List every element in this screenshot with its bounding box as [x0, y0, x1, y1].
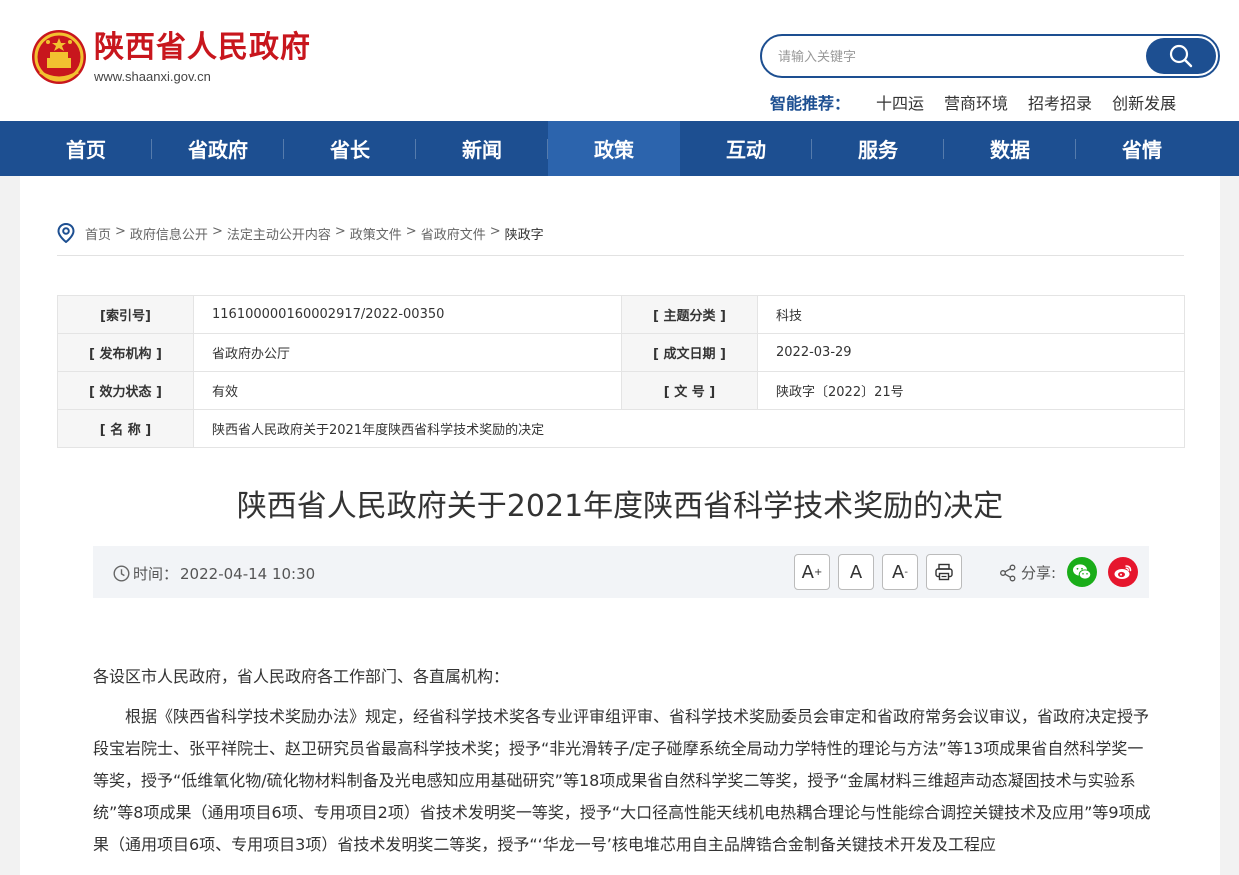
national-emblem-icon: [32, 30, 86, 84]
breadcrumb-separator: >: [115, 224, 126, 239]
table-row: [索引号] 116100000160002917/2022-00350 [ 主题…: [57, 295, 1185, 334]
print-button[interactable]: [926, 554, 962, 590]
body-paragraph: 根据《陕西省科学技术奖励办法》规定，经省科学技术奖各专业评审组评审、省科学技术奖…: [93, 707, 1151, 854]
recommend-item[interactable]: 十四运: [876, 90, 924, 114]
share-area: 分享:: [999, 562, 1056, 583]
article-body: 各设区市人民政府，省人民政府各工作部门、各直属机构： 根据《陕西省科学技术奖励办…: [93, 661, 1153, 869]
wechat-share-button[interactable]: [1067, 557, 1097, 587]
publish-time: 时间： 2022-04-14 10:30: [113, 563, 315, 584]
date-value: 2022-03-29: [757, 333, 1185, 372]
table-row: [ 名 称 ] 陕西省人民政府关于2021年度陕西省科学技术奖励的决定: [57, 409, 1185, 448]
nav-item-news[interactable]: 新闻: [416, 121, 548, 176]
breadcrumb-separator: >: [489, 224, 501, 239]
table-row: [ 效力状态 ] 有效 [ 文 号 ] 陕政字〔2022〕21号: [57, 371, 1185, 410]
font-normal-label: A: [849, 561, 863, 583]
print-icon: [935, 563, 953, 581]
weibo-icon: [1114, 565, 1132, 579]
name-value: 陕西省人民政府关于2021年度陕西省科学技术奖励的决定: [193, 409, 1185, 448]
breadcrumb-separator: >: [405, 224, 417, 239]
main-content: 首页 > 政府信息公开 > 法定主动公开内容 > 政策文件 > 省政府文件 > …: [20, 176, 1220, 875]
date-label: [ 成文日期 ]: [621, 333, 758, 372]
recommend-item[interactable]: 创新发展: [1112, 90, 1176, 114]
status-value: 有效: [193, 371, 622, 410]
site-logo[interactable]: 陕西省人民政府 www.shaanxi.gov.cn: [30, 28, 311, 86]
recommend-item[interactable]: 营商环境: [944, 90, 1008, 114]
nav-item-policy[interactable]: 政策: [548, 121, 680, 176]
location-pin-icon: [57, 223, 75, 243]
font-decrease-label: A: [892, 561, 905, 583]
wechat-icon: [1073, 564, 1092, 580]
search-box: [760, 34, 1220, 78]
weibo-share-button[interactable]: [1108, 557, 1138, 587]
nav-item-government[interactable]: 省政府: [152, 121, 284, 176]
site-title: 陕西省人民政府: [94, 29, 311, 65]
time-label: 时间：: [133, 565, 179, 583]
clock-icon: [113, 565, 130, 582]
breadcrumb-current[interactable]: 陕政字: [505, 224, 544, 243]
font-increase-button[interactable]: A +: [794, 554, 830, 590]
index-label: [索引号]: [57, 295, 194, 334]
breadcrumb-item[interactable]: 省政府文件: [421, 224, 486, 243]
search-input[interactable]: [778, 46, 1138, 68]
nav-item-governor[interactable]: 省长: [284, 121, 416, 176]
docno-label: [ 文 号 ]: [621, 371, 758, 410]
font-increase-label: A: [801, 561, 814, 583]
status-label: [ 效力状态 ]: [57, 371, 194, 410]
time-value: 2022-04-14 10:30: [180, 564, 316, 583]
main-nav: 首页 省政府 省长 新闻 政策 互动 服务 数据 省情: [0, 121, 1239, 176]
publisher-value: 省政府办公厅: [193, 333, 622, 372]
site-url: www.shaanxi.gov.cn: [94, 68, 211, 84]
salutation: 各设区市人民政府，省人民政府各工作部门、各直属机构：: [93, 667, 510, 686]
breadcrumb: 首页 > 政府信息公开 > 法定主动公开内容 > 政策文件 > 省政府文件 > …: [57, 223, 1184, 256]
topic-label: [ 主题分类 ]: [621, 295, 758, 334]
document-meta-table: [索引号] 116100000160002917/2022-00350 [ 主题…: [57, 295, 1185, 448]
topic-value: 科技: [757, 295, 1185, 334]
nav-item-data[interactable]: 数据: [944, 121, 1076, 176]
font-normal-button[interactable]: A: [838, 554, 874, 590]
header: 陕西省人民政府 www.shaanxi.gov.cn 智能推荐： 十四运 营商环…: [0, 0, 1239, 121]
breadcrumb-item[interactable]: 政策文件: [350, 224, 402, 243]
article-title: 陕西省人民政府关于2021年度陕西省科学技术奖励的决定: [236, 489, 1004, 524]
index-value: 116100000160002917/2022-00350: [193, 295, 622, 334]
share-icon: [1000, 564, 1016, 581]
recommend-label: 智能推荐：: [770, 94, 851, 113]
article-info-bar: 时间： 2022-04-14 10:30 A + A A- 分享:: [93, 546, 1149, 598]
smart-recommend: 智能推荐： 十四运 营商环境 招考招录 创新发展: [770, 90, 1196, 114]
publisher-label: [ 发布机构 ]: [57, 333, 194, 372]
recommend-item[interactable]: 招考招录: [1028, 90, 1092, 114]
search-icon: [1169, 44, 1193, 68]
font-decrease-sup: -: [904, 566, 908, 578]
nav-item-service[interactable]: 服务: [812, 121, 944, 176]
share-label: 分享:: [1021, 564, 1057, 582]
font-decrease-button[interactable]: A-: [882, 554, 918, 590]
search-button[interactable]: [1146, 38, 1216, 74]
table-row: [ 发布机构 ] 省政府办公厅 [ 成文日期 ] 2022-03-29: [57, 333, 1185, 372]
docno-value: 陕政字〔2022〕21号: [757, 371, 1185, 410]
nav-item-interaction[interactable]: 互动: [680, 121, 812, 176]
name-label: [ 名 称 ]: [57, 409, 194, 448]
font-increase-sup: +: [813, 566, 823, 578]
nav-item-home[interactable]: 首页: [20, 121, 152, 176]
nav-item-province-info[interactable]: 省情: [1076, 121, 1208, 176]
breadcrumb-item[interactable]: 法定主动公开内容: [227, 224, 331, 243]
breadcrumb-item[interactable]: 首页: [85, 224, 111, 243]
breadcrumb-item[interactable]: 政府信息公开: [130, 224, 208, 243]
breadcrumb-separator: >: [334, 224, 346, 239]
breadcrumb-separator: >: [211, 224, 223, 239]
